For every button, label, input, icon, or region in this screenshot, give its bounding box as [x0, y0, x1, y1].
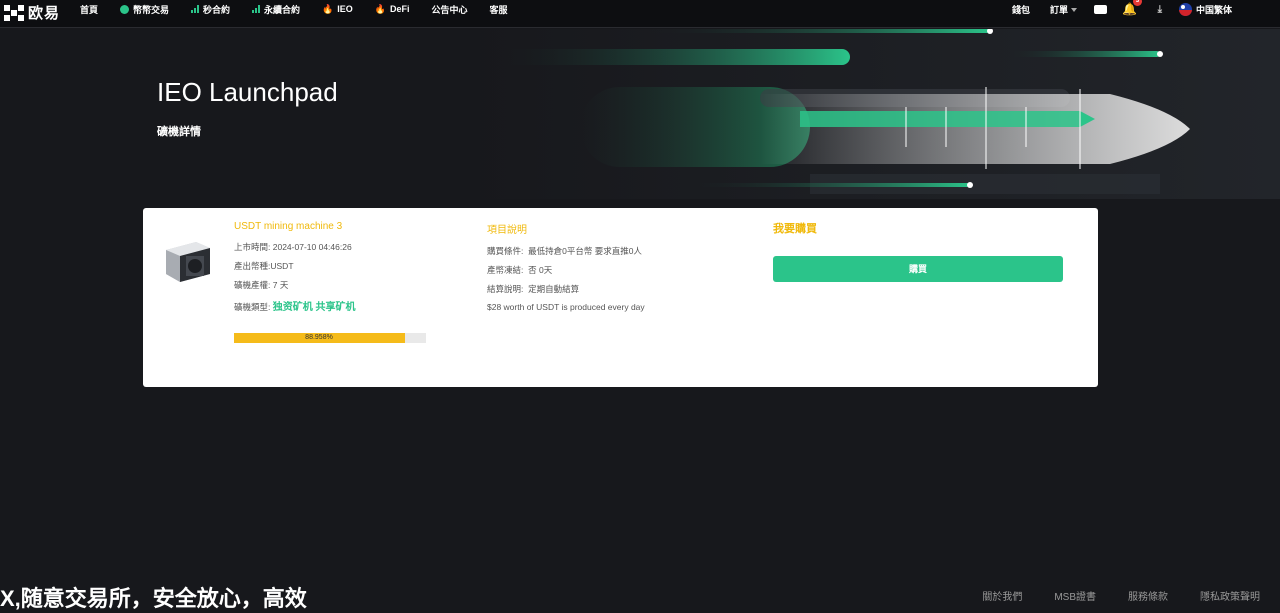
coin-icon [120, 4, 130, 14]
miner-name: USDT mining machine 3 [234, 221, 343, 232]
cycle-value: 7 天 [272, 280, 289, 290]
rocket-illustration [460, 29, 1280, 199]
type-value: 独资矿机 共享矿机 [272, 302, 356, 313]
footer-link-msb[interactable]: MSB證書 [1054, 588, 1096, 603]
chevron-down-icon [1071, 8, 1077, 13]
logo-text: 欧易 [28, 5, 61, 22]
nav-perpetual-label: 永續合約 [264, 4, 301, 15]
project-info: 項目說明 購買條件: 最低持倉0平台幣 要求直推0人 產幣凍結: 否 0天 結算… [487, 221, 645, 321]
project-title: 項目說明 [487, 225, 527, 236]
miner-info: USDT mining machine 3 上市時間: 2024-07-10 0… [234, 221, 356, 317]
output-coin-value: USDT [270, 261, 294, 271]
fire-icon: 🔥 [322, 3, 334, 14]
orders-dropdown[interactable]: 訂單 [1050, 3, 1077, 16]
purchase-condition-label: 購買條件: [487, 246, 524, 256]
buy-button[interactable]: 購買 [773, 256, 1063, 282]
purchase-title: 我要購買 [773, 223, 817, 235]
nav-home[interactable]: 首頁 [80, 3, 98, 16]
page-subtitle: 礦機詳情 [157, 126, 201, 138]
progress-label: 88.958% [305, 334, 333, 341]
miner-detail-card: USDT mining machine 3 上市時間: 2024-07-10 0… [143, 208, 1098, 387]
chart-bars-icon [191, 5, 200, 13]
footer-link-about[interactable]: 關於我們 [982, 588, 1022, 603]
nav-announcements[interactable]: 公告中心 [432, 3, 468, 16]
nav-announcements-label: 公告中心 [431, 4, 468, 15]
nav-defi[interactable]: 🔥 DeFi [375, 4, 410, 15]
footer-links: 關於我們 MSB證書 服務條款 隱私政策聲明 [950, 588, 1260, 603]
wallet-link[interactable]: 錢包 [1012, 3, 1030, 16]
nav-support[interactable]: 客服 [490, 3, 508, 16]
listing-time-value: 2024-07-10 04:46:26 [272, 242, 352, 252]
purchase-condition-value: 最低持倉0平台幣 要求直推0人 [528, 246, 642, 256]
footer-slogan: X,随意交易所，安全放心，高效 [0, 586, 307, 611]
notification-bell-icon[interactable]: 🔔 3 [1122, 0, 1142, 16]
settlement-label: 結算說明: [487, 284, 524, 294]
nav-ieo-label: IEO [337, 4, 353, 14]
nav-support-label: 客服 [489, 4, 508, 15]
page-title: IEO Launchpad [157, 77, 338, 107]
footer-link-privacy[interactable]: 隱私政策聲明 [1200, 588, 1260, 603]
language-label: 中国繁体 [1195, 4, 1232, 15]
freeze-label: 產幣凍結: [487, 265, 524, 275]
listing-time-label: 上市時間: [234, 242, 271, 252]
fire-icon: 🔥 [374, 3, 387, 14]
chart-bars-icon [252, 5, 261, 13]
notification-badge: 3 [1133, 0, 1142, 6]
main-nav: 首頁 幣幣交易 秒合約 永續合約 🔥 IEO 🔥 DeFi 公告中心 客服 [80, 0, 530, 18]
nav-defi-label: DeFi [390, 4, 410, 14]
nav-spot-label: 幣幣交易 [133, 4, 170, 15]
logo-icon [4, 4, 24, 21]
nav-spot[interactable]: 幣幣交易 [120, 3, 169, 16]
nav-home-label: 首頁 [80, 4, 99, 15]
top-navbar: 欧易 首頁 幣幣交易 秒合約 永續合約 🔥 IEO 🔥 DeFi 公告中心 客服 錢… [0, 0, 1280, 28]
settlement-value: 定期自動結算 [528, 284, 580, 294]
orders-label: 訂單 [1049, 4, 1068, 15]
hero-banner: IEO Launchpad 礦機詳情 [0, 29, 1280, 199]
nav-seconds-contract[interactable]: 秒合約 [191, 3, 230, 16]
freeze-value: 否 0天 [528, 265, 553, 275]
project-description: $28 worth of USDT is produced every day [487, 302, 645, 312]
flag-icon [1178, 2, 1192, 16]
type-label: 礦機類型: [234, 302, 271, 312]
download-icon[interactable]: ⤓ [1158, 4, 1162, 15]
footer-link-terms[interactable]: 服務條款 [1128, 588, 1168, 603]
output-coin-label: 產出幣種: [234, 261, 271, 271]
language-selector[interactable]: 中国繁体 [1178, 2, 1232, 16]
cycle-label: 礦機產權: [234, 280, 271, 290]
mining-machine-image [166, 242, 210, 282]
progress-bar: 88.958% [234, 333, 426, 343]
message-icon[interactable] [1094, 4, 1107, 14]
nav-seconds-contract-label: 秒合約 [203, 4, 231, 15]
nav-ieo[interactable]: 🔥 IEO [322, 4, 353, 15]
nav-perpetual[interactable]: 永續合約 [252, 3, 300, 16]
logo[interactable]: 欧易 [4, 2, 60, 23]
